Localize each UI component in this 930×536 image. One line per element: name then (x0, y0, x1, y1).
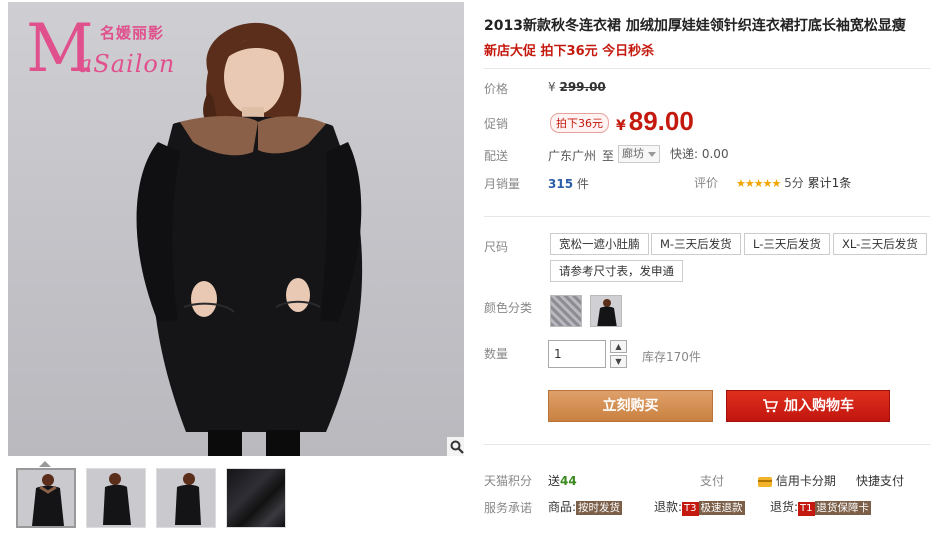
delivery-city-value: 廊坊 (622, 147, 644, 160)
rating-score: 5分 (784, 176, 804, 190)
tmall-points-prefix: 送 (548, 474, 561, 488)
refund-promise-label: 退款: (654, 500, 683, 514)
thumbnail-fabric-detail[interactable] (226, 468, 286, 528)
thumbnail-model-image (18, 470, 74, 526)
refund-promise: 退款: T3 极速退款 (654, 498, 745, 516)
refund-code-badge: T3 (682, 502, 699, 516)
color-swatch-model-image (597, 299, 617, 326)
divider (484, 444, 930, 445)
delivery-from: 广东广州 (548, 149, 597, 163)
return-promise: 退货: T1 退货保障卡 (770, 498, 872, 516)
color-option-gray[interactable] (550, 295, 582, 327)
credit-installment[interactable]: 信用卡分期 (758, 472, 836, 489)
thumbnail-side-view[interactable] (86, 468, 146, 528)
return-promise-badge[interactable]: 退货保障卡 (814, 501, 872, 515)
monthly-sales-unit: 件 (576, 177, 589, 191)
tmall-points-value: 44 (560, 474, 577, 488)
brand-logo-chinese: 名媛丽影 (100, 24, 165, 42)
thumbnail-model-image (157, 469, 215, 527)
original-price-value: 299.00 (559, 80, 606, 94)
tmall-points-label: 天猫积分 (484, 474, 533, 488)
price-label: 价格 (484, 82, 509, 96)
rating-label: 评价 (694, 176, 719, 190)
color-label: 颜色分类 (484, 301, 533, 315)
delivery-city-select[interactable]: 廊坊 (618, 145, 660, 163)
promotion-tag: 拍下36元 (550, 113, 609, 133)
monthly-sales-count: 315 (548, 177, 574, 191)
product-info-panel: 2013新款秋冬连衣裙 加绒加厚娃娃领针织连衣裙打底长袖宽松显瘦 新店大促 拍下… (484, 0, 930, 536)
add-to-cart-button[interactable]: 加入购物车 (726, 390, 890, 422)
quantity-input[interactable] (548, 340, 606, 368)
add-to-cart-label: 加入购物车 (784, 398, 854, 414)
delivery-label: 配送 (484, 149, 509, 163)
thumbnail-active-caret (39, 461, 51, 467)
size-option-5[interactable]: 请参考尺寸表，发申通 (550, 260, 683, 282)
zoom-button[interactable] (446, 436, 464, 456)
promotion-price: ¥89.00 (616, 106, 694, 137)
thumbnail-model-image (87, 469, 145, 527)
cart-icon (763, 399, 778, 413)
promotion-price-value: 89.00 (628, 106, 694, 136)
goods-promise-badge[interactable]: 按时发货 (576, 501, 623, 515)
chevron-down-icon (648, 152, 656, 157)
refund-promise-badge[interactable]: 极速退款 (698, 501, 745, 515)
goods-promise-label: 商品: (548, 500, 577, 514)
magnifier-icon (450, 440, 464, 454)
size-option-3[interactable]: L-三天后发货 (744, 233, 830, 255)
monthly-sales: 315 件 (548, 175, 589, 192)
quantity-label: 数量 (484, 347, 509, 361)
quantity-increase-button[interactable]: ▲ (610, 340, 627, 353)
promotion-label: 促销 (484, 117, 509, 131)
rating: ★★★★★ 5分 累计1条 (736, 174, 851, 191)
service-promise-label: 服务承诺 (484, 501, 533, 515)
size-option-1[interactable]: 宽松一遮小肚腩 (550, 233, 649, 255)
promo-headline: 新店大促 拍下36元 今日秒杀 (484, 44, 655, 59)
review-count-link[interactable]: 累计1条 (808, 176, 852, 190)
credit-card-icon (758, 476, 772, 487)
currency-symbol: ¥ (548, 80, 556, 94)
payment-label: 支付 (700, 474, 725, 488)
main-product-photo[interactable]: M 名媛丽影 aSailon (8, 2, 464, 456)
credit-installment-label: 信用卡分期 (775, 474, 836, 488)
thumbnail-front-view[interactable] (16, 468, 76, 528)
product-title: 2013新款秋冬连衣裙 加绒加厚娃娃领针织连衣裙打底长袖宽松显瘦 (484, 18, 906, 34)
thumbnail-back-view[interactable] (156, 468, 216, 528)
currency-symbol: ¥ (616, 118, 626, 134)
size-option-2[interactable]: M-三天后发货 (651, 233, 741, 255)
original-price: ¥ 299.00 (548, 80, 606, 94)
star-rating-icon: ★★★★★ (736, 177, 781, 190)
goods-promise: 商品: 按时发货 (548, 498, 623, 515)
delivery-fee: 快递: 0.00 (670, 147, 729, 161)
brand-logo-name: aSailon (78, 50, 176, 78)
tmall-points: 送44 (548, 472, 577, 489)
quick-pay[interactable]: 快捷支付 (856, 472, 904, 489)
quantity-decrease-button[interactable]: ▼ (610, 355, 627, 368)
size-option-4[interactable]: XL-三天后发货 (833, 233, 927, 255)
monthly-sales-label: 月销量 (484, 177, 521, 191)
product-gallery: M 名媛丽影 aSailon (0, 0, 470, 536)
delivery-to-word: 至 (602, 149, 615, 163)
divider (484, 216, 930, 217)
return-promise-label: 退货: (770, 500, 799, 514)
color-option-black[interactable] (590, 295, 622, 327)
stock-count: 库存170件 (642, 350, 701, 364)
size-label: 尺码 (484, 240, 509, 254)
divider (484, 68, 930, 69)
buy-now-button[interactable]: 立刻购买 (548, 390, 713, 422)
thumbnail-strip (16, 468, 286, 528)
return-code-badge: T1 (798, 502, 815, 516)
